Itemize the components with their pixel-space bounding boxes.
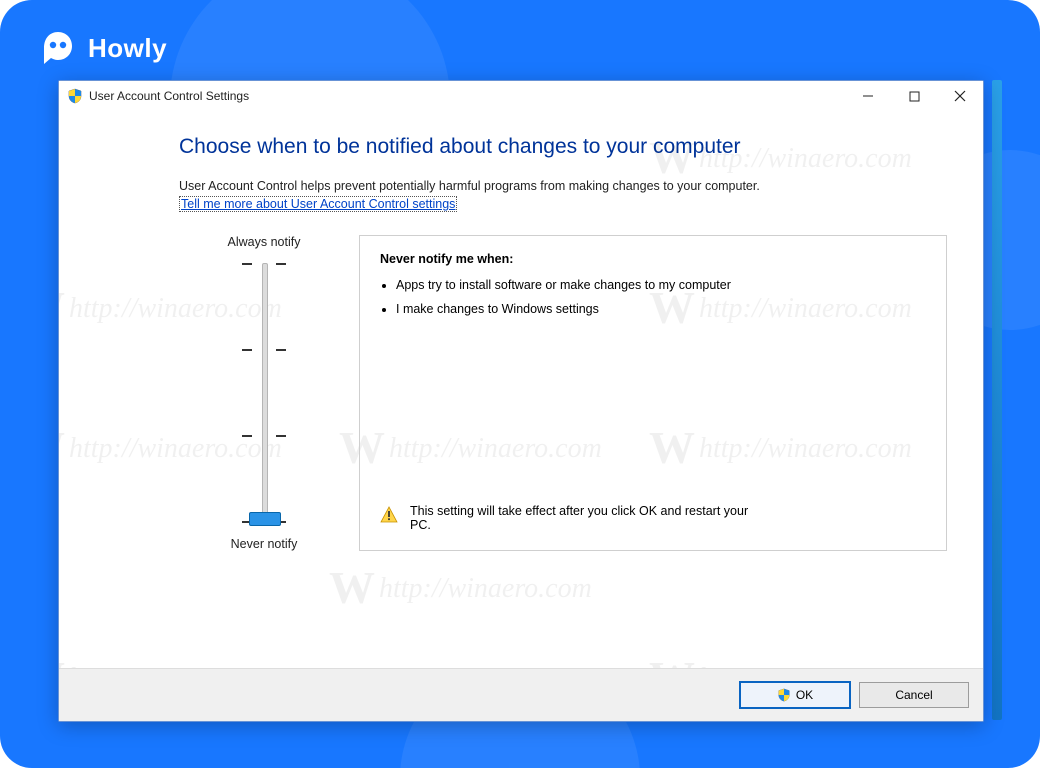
- info-bullet: I make changes to Windows settings: [396, 302, 756, 316]
- desktop-edge: [992, 80, 1002, 720]
- ok-button[interactable]: OK: [739, 681, 851, 709]
- notification-slider[interactable]: [238, 263, 290, 523]
- window-title: User Account Control Settings: [89, 89, 249, 103]
- cancel-button[interactable]: Cancel: [859, 682, 969, 708]
- info-bullet: Apps try to install software or make cha…: [396, 278, 756, 292]
- shield-icon: [777, 688, 791, 702]
- owl-icon: [38, 28, 78, 68]
- minimize-button[interactable]: [845, 81, 891, 111]
- page-background: Howly User Account Control Settings: [0, 0, 1040, 768]
- slider-bottom-label: Never notify: [231, 537, 298, 551]
- maximize-button[interactable]: [891, 81, 937, 111]
- page-heading: Choose when to be notified about changes…: [179, 135, 947, 159]
- close-button[interactable]: [937, 81, 983, 111]
- page-description: User Account Control helps prevent poten…: [179, 179, 947, 193]
- warning-icon: [380, 506, 398, 524]
- info-title: Never notify me when:: [380, 252, 926, 266]
- window-content: Whttp://winaero.com Whttp://winaero.com …: [59, 111, 983, 668]
- slider-thumb[interactable]: [249, 512, 281, 526]
- window-footer: OK Cancel: [59, 668, 983, 721]
- brand-logo: Howly: [38, 28, 167, 68]
- slider-top-label: Always notify: [228, 235, 301, 249]
- help-link[interactable]: Tell me more about User Account Control …: [179, 196, 457, 212]
- brand-name: Howly: [88, 33, 167, 64]
- uac-window: User Account Control Settings Whttp://wi…: [58, 80, 984, 722]
- shield-icon: [67, 88, 83, 104]
- warning-text: This setting will take effect after you …: [410, 504, 770, 532]
- slider-track: [262, 263, 268, 525]
- setting-info-box: Never notify me when: Apps try to instal…: [359, 235, 947, 551]
- titlebar[interactable]: User Account Control Settings: [59, 81, 983, 111]
